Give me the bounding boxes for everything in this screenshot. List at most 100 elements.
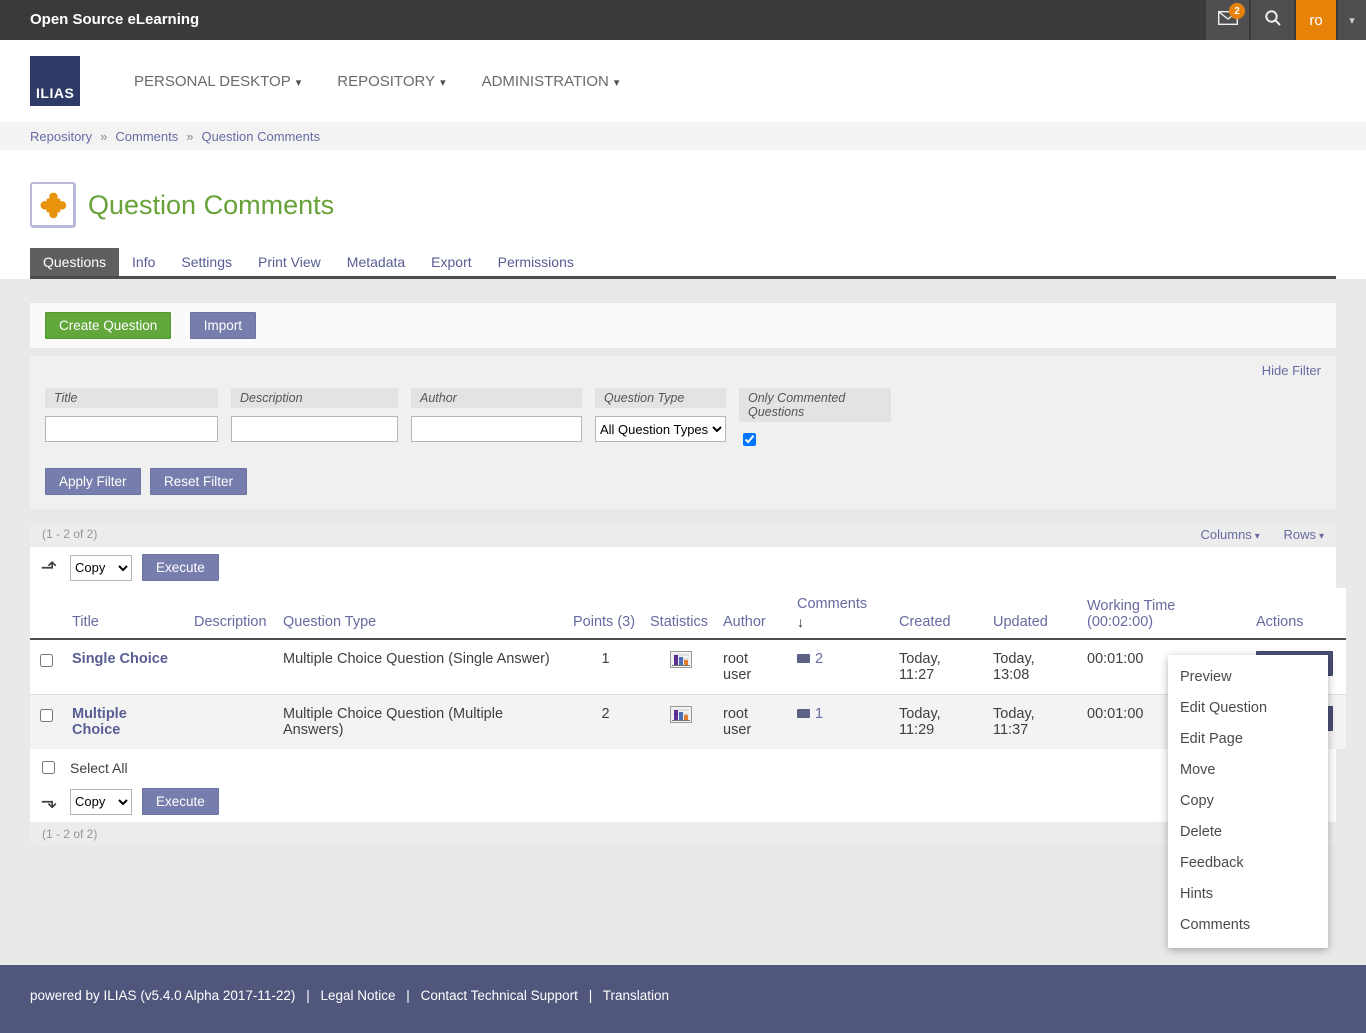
statistics-icon[interactable] bbox=[644, 639, 717, 695]
bulk-action-select-bottom[interactable]: Copy bbox=[70, 789, 132, 815]
filter-question-type-select[interactable]: All Question Types bbox=[595, 416, 726, 442]
footer-separator: | bbox=[589, 988, 593, 1003]
tab-print-view[interactable]: Print View bbox=[245, 248, 334, 276]
ilias-logo[interactable]: ILIAS bbox=[30, 56, 80, 106]
title-section: Question Comments Questions Info Setting… bbox=[0, 150, 1366, 279]
filter-description-input[interactable] bbox=[231, 416, 398, 442]
header-author[interactable]: Author bbox=[717, 588, 791, 639]
tab-metadata[interactable]: Metadata bbox=[334, 248, 418, 276]
footer-separator: | bbox=[406, 988, 410, 1003]
row-checkbox[interactable] bbox=[40, 709, 53, 722]
nav-repository[interactable]: REPOSITORY▾ bbox=[337, 73, 445, 90]
header-actions: Actions bbox=[1250, 588, 1346, 639]
chevron-down-icon: ▾ bbox=[440, 77, 446, 89]
menu-item-comments[interactable]: Comments bbox=[1168, 910, 1328, 941]
create-question-button[interactable]: Create Question bbox=[45, 312, 171, 339]
table-row: Single Choice Multiple Choice Question (… bbox=[30, 639, 1346, 695]
pager-range: (1 - 2 of 2) bbox=[42, 827, 97, 841]
header-statistics: Statistics bbox=[644, 588, 717, 639]
filter-description-label: Description bbox=[231, 388, 398, 408]
actions-dropdown-menu: Preview Edit Question Edit Page Move Cop… bbox=[1168, 655, 1328, 948]
sort-desc-icon[interactable]: ↓ bbox=[797, 614, 887, 630]
comments-cell: 2 bbox=[791, 639, 893, 695]
contact-support-link[interactable]: Contact Technical Support bbox=[421, 988, 578, 1003]
created-cell: Today, 11:29 bbox=[893, 695, 987, 750]
menu-item-preview[interactable]: Preview bbox=[1168, 662, 1328, 693]
bulk-actions-top: ⬏ Copy Execute bbox=[30, 547, 1336, 588]
menu-item-edit-question[interactable]: Edit Question bbox=[1168, 693, 1328, 724]
breadcrumb-repository[interactable]: Repository bbox=[30, 129, 92, 144]
bulk-action-select-top[interactable]: Copy bbox=[70, 555, 132, 581]
hide-filter-link[interactable]: Hide Filter bbox=[1262, 363, 1321, 378]
tab-info[interactable]: Info bbox=[119, 248, 168, 276]
import-button[interactable]: Import bbox=[190, 312, 256, 339]
search-button[interactable] bbox=[1249, 0, 1294, 40]
breadcrumb-separator: » bbox=[186, 129, 193, 144]
comment-count-link[interactable]: 1 bbox=[815, 706, 823, 722]
header-working-time[interactable]: Working Time (00:02:00) bbox=[1081, 588, 1250, 639]
filter-author-input[interactable] bbox=[411, 416, 582, 442]
apply-filter-button[interactable]: Apply Filter bbox=[45, 468, 141, 495]
header-description[interactable]: Description bbox=[188, 588, 277, 639]
tab-settings[interactable]: Settings bbox=[168, 248, 245, 276]
select-all-checkbox[interactable] bbox=[42, 761, 55, 774]
comment-icon bbox=[797, 709, 810, 718]
statistics-icon[interactable] bbox=[644, 695, 717, 750]
author-cell: root user bbox=[717, 639, 791, 695]
menu-item-feedback[interactable]: Feedback bbox=[1168, 848, 1328, 879]
menu-item-copy[interactable]: Copy bbox=[1168, 786, 1328, 817]
rows-dropdown[interactable]: Rows▾ bbox=[1273, 527, 1324, 542]
mail-badge: 2 bbox=[1229, 3, 1245, 19]
columns-dropdown[interactable]: Columns▾ bbox=[1191, 527, 1260, 542]
comment-icon bbox=[797, 654, 810, 663]
header-created[interactable]: Created bbox=[893, 588, 987, 639]
legal-notice-link[interactable]: Legal Notice bbox=[320, 988, 395, 1003]
topbar-actions: 2 ro ▾ bbox=[1204, 0, 1366, 40]
question-title-link[interactable]: Single Choice bbox=[72, 651, 168, 667]
created-cell: Today, 11:27 bbox=[893, 639, 987, 695]
user-avatar[interactable]: ro bbox=[1294, 0, 1336, 40]
header-question-type[interactable]: Question Type bbox=[277, 588, 567, 639]
row-checkbox[interactable] bbox=[40, 654, 53, 667]
question-title-link[interactable]: Multiple Choice bbox=[72, 722, 170, 738]
nav-administration[interactable]: ADMINISTRATION▾ bbox=[482, 73, 620, 90]
header-points[interactable]: Points (3) bbox=[567, 588, 644, 639]
breadcrumb-question-comments[interactable]: Question Comments bbox=[201, 129, 320, 144]
footer-separator: | bbox=[306, 988, 310, 1003]
comments-cell: 1 bbox=[791, 695, 893, 750]
question-type-cell: Multiple Choice Question (Single Answer) bbox=[277, 639, 567, 695]
app-title: Open Source eLearning bbox=[0, 0, 199, 40]
filter-title-label: Title bbox=[45, 388, 218, 408]
menu-item-hints[interactable]: Hints bbox=[1168, 879, 1328, 910]
user-menu-caret[interactable]: ▾ bbox=[1336, 0, 1366, 40]
translation-link[interactable]: Translation bbox=[603, 988, 669, 1003]
menu-item-edit-page[interactable]: Edit Page bbox=[1168, 724, 1328, 755]
question-description bbox=[188, 695, 277, 750]
page-title: Question Comments bbox=[88, 190, 334, 221]
tab-questions[interactable]: Questions bbox=[30, 248, 119, 276]
mail-button[interactable]: 2 bbox=[1204, 0, 1249, 40]
header-comments[interactable]: Comments ↓ bbox=[791, 588, 893, 639]
comment-count-link[interactable]: 2 bbox=[815, 651, 823, 667]
filter-author-label: Author bbox=[411, 388, 582, 408]
header-title[interactable]: Title bbox=[66, 588, 188, 639]
question-pool-icon bbox=[30, 182, 76, 228]
updated-cell: Today, 11:37 bbox=[987, 695, 1081, 750]
tab-export[interactable]: Export bbox=[418, 248, 484, 276]
filter-only-commented-checkbox[interactable] bbox=[743, 433, 756, 446]
breadcrumb-comments[interactable]: Comments bbox=[115, 129, 178, 144]
filter-question-type-label: Question Type bbox=[595, 388, 726, 408]
reset-filter-button[interactable]: Reset Filter bbox=[150, 468, 247, 495]
chevron-down-icon: ▾ bbox=[1255, 531, 1260, 542]
filter-title-input[interactable] bbox=[45, 416, 218, 442]
filter-only-commented-label: Only Commented Questions bbox=[739, 388, 891, 422]
header-updated[interactable]: Updated bbox=[987, 588, 1081, 639]
nav-personal-desktop[interactable]: PERSONAL DESKTOP▾ bbox=[134, 73, 301, 90]
menu-item-move[interactable]: Move bbox=[1168, 755, 1328, 786]
tab-permissions[interactable]: Permissions bbox=[485, 248, 587, 276]
breadcrumb-separator: » bbox=[100, 129, 107, 144]
execute-button-top[interactable]: Execute bbox=[142, 554, 219, 581]
menu-item-delete[interactable]: Delete bbox=[1168, 817, 1328, 848]
footer: powered by ILIAS (v5.4.0 Alpha 2017-11-2… bbox=[0, 965, 1366, 1033]
execute-button-bottom[interactable]: Execute bbox=[142, 788, 219, 815]
